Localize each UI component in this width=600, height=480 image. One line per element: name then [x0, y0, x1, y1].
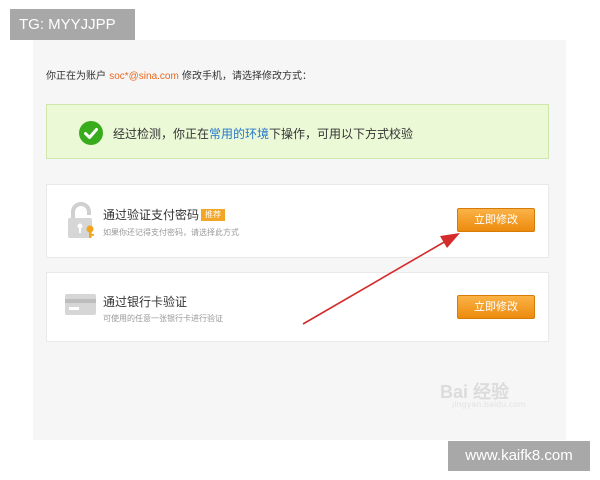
footer-watermark-tag: www.kaifk8.com — [448, 441, 590, 471]
annotation-arrow — [302, 233, 460, 325]
top-watermark-tag: TG: MYYJJPP — [10, 9, 135, 40]
